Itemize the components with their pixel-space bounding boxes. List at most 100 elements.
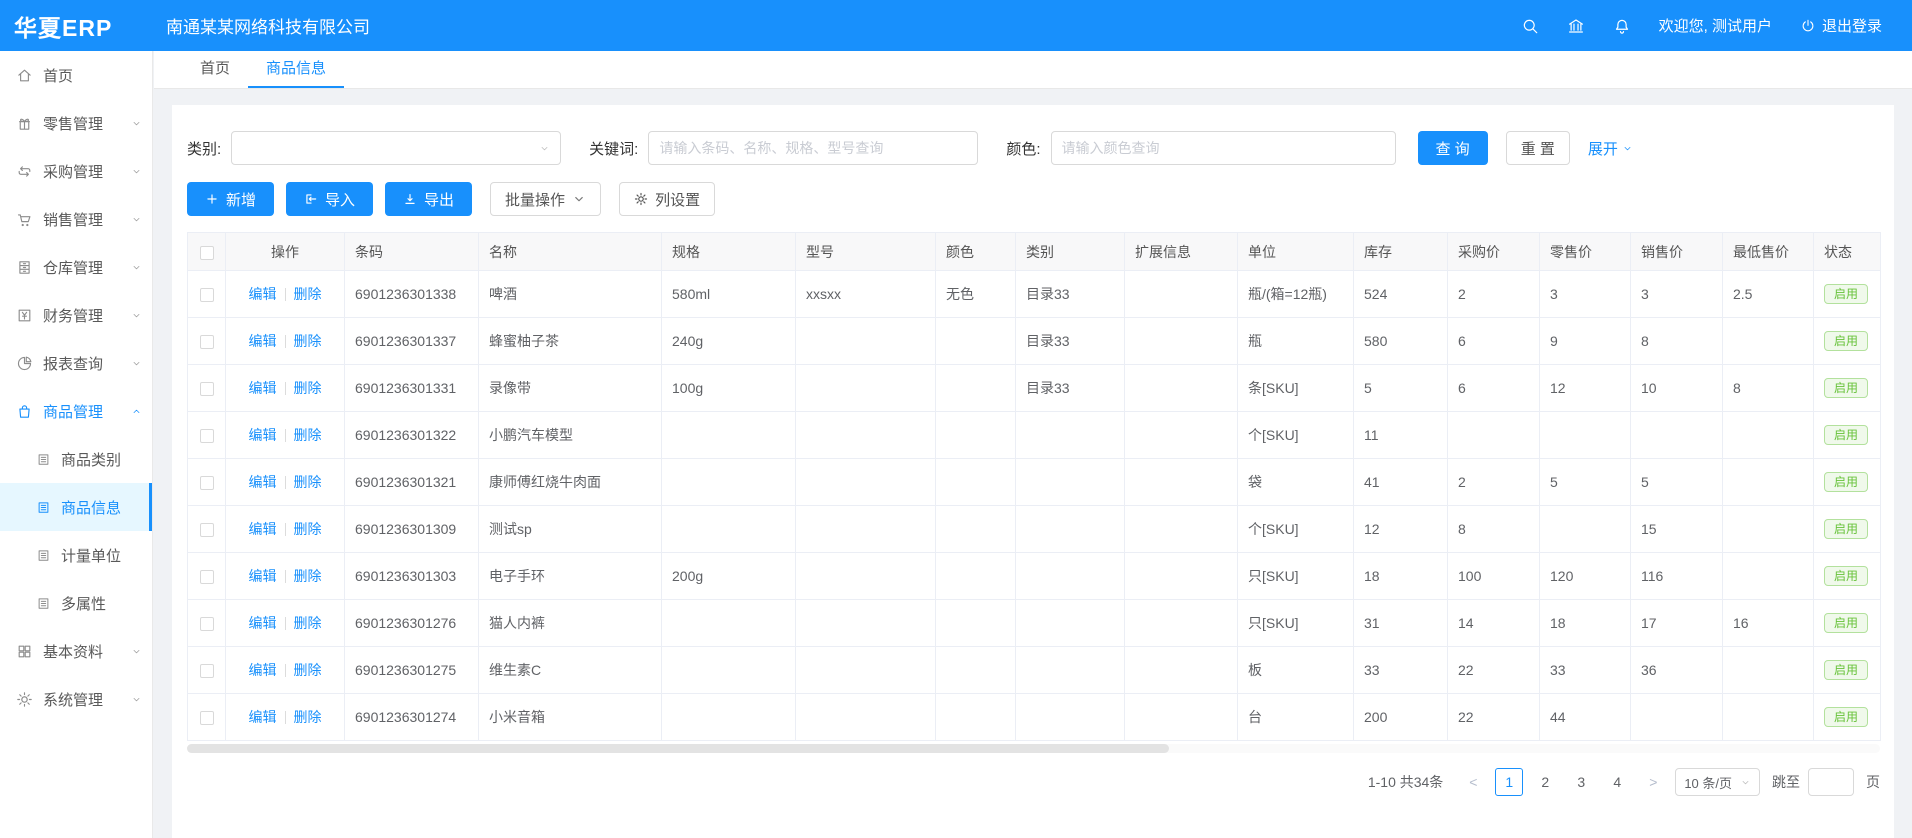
delete-link[interactable]: 删除 bbox=[294, 568, 322, 584]
divider bbox=[285, 523, 286, 536]
edit-link[interactable]: 编辑 bbox=[249, 427, 277, 443]
row-actions: 编辑 删除 bbox=[226, 459, 345, 506]
horizontal-scrollbar[interactable] bbox=[187, 744, 1880, 753]
expand-link[interactable]: 展开 bbox=[1588, 138, 1633, 159]
delete-link[interactable]: 删除 bbox=[294, 474, 322, 490]
app-logo[interactable]: 华夏ERP bbox=[0, 9, 152, 43]
sidebar-item-warehouse[interactable]: 仓库管理 bbox=[0, 243, 152, 291]
logout-button[interactable]: 退出登录 bbox=[1800, 15, 1882, 36]
select-all-checkbox[interactable] bbox=[200, 246, 214, 260]
cell-status: 启用 bbox=[1814, 694, 1881, 741]
cell-color bbox=[936, 365, 1016, 412]
jump-page-input[interactable] bbox=[1808, 768, 1854, 796]
sidebar-item-purchase[interactable]: 采购管理 bbox=[0, 147, 152, 195]
cell-color bbox=[936, 459, 1016, 506]
row-actions: 编辑 删除 bbox=[226, 365, 345, 412]
sidebar-item-retail[interactable]: 零售管理 bbox=[0, 99, 152, 147]
edit-link[interactable]: 编辑 bbox=[249, 709, 277, 725]
edit-link[interactable]: 编辑 bbox=[249, 521, 277, 537]
sidebar-item-finance[interactable]: 财务管理 bbox=[0, 291, 152, 339]
cell-ext bbox=[1125, 694, 1238, 741]
search-button[interactable]: 查 询 bbox=[1418, 131, 1488, 165]
cell-stock: 31 bbox=[1354, 600, 1448, 647]
row-checkbox-cell bbox=[188, 647, 226, 694]
column-settings-label: 列设置 bbox=[655, 189, 700, 210]
edit-link[interactable]: 编辑 bbox=[249, 286, 277, 302]
delete-link[interactable]: 删除 bbox=[294, 709, 322, 725]
filter-bar: 类别: 关键词: 颜色: 查 询 重 置 展开 bbox=[187, 131, 1879, 165]
row-checkbox[interactable] bbox=[200, 570, 214, 584]
sidebar-item-home[interactable]: 首页 bbox=[0, 51, 152, 99]
edit-link[interactable]: 编辑 bbox=[249, 474, 277, 490]
sidebar-item-product-category[interactable]: 商品类别 bbox=[0, 435, 152, 483]
repeat-icon bbox=[16, 163, 33, 180]
row-checkbox[interactable] bbox=[200, 288, 214, 302]
platform-icon[interactable] bbox=[1567, 17, 1585, 35]
export-button[interactable]: 导出 bbox=[385, 182, 472, 216]
sidebar-item-basic-data[interactable]: 基本资料 bbox=[0, 627, 152, 675]
keyword-input[interactable] bbox=[648, 131, 978, 165]
row-checkbox[interactable] bbox=[200, 523, 214, 537]
delete-link[interactable]: 删除 bbox=[294, 286, 322, 302]
cell-status: 启用 bbox=[1814, 506, 1881, 553]
sidebar-item-label: 系统管理 bbox=[43, 689, 131, 710]
edit-link[interactable]: 编辑 bbox=[249, 568, 277, 584]
edit-link[interactable]: 编辑 bbox=[249, 615, 277, 631]
row-checkbox[interactable] bbox=[200, 429, 214, 443]
sidebar-item-reports[interactable]: 报表查询 bbox=[0, 339, 152, 387]
sidebar-item-measure-unit[interactable]: 计量单位 bbox=[0, 531, 152, 579]
search-icon[interactable] bbox=[1521, 17, 1539, 35]
import-button[interactable]: 导入 bbox=[286, 182, 373, 216]
divider bbox=[285, 476, 286, 489]
chevron-down-icon bbox=[131, 166, 142, 177]
next-page-button[interactable]: > bbox=[1639, 768, 1667, 796]
delete-link[interactable]: 删除 bbox=[294, 333, 322, 349]
delete-link[interactable]: 删除 bbox=[294, 380, 322, 396]
edit-link[interactable]: 编辑 bbox=[249, 662, 277, 678]
row-checkbox[interactable] bbox=[200, 617, 214, 631]
row-checkbox[interactable] bbox=[200, 664, 214, 678]
notification-bell-icon[interactable] bbox=[1613, 17, 1631, 35]
cell-unit: 条[SKU] bbox=[1238, 365, 1354, 412]
tab-home[interactable]: 首页 bbox=[182, 51, 248, 88]
sidebar-item-label: 商品管理 bbox=[43, 401, 131, 422]
sidebar-item-sales[interactable]: 销售管理 bbox=[0, 195, 152, 243]
edit-link[interactable]: 编辑 bbox=[249, 380, 277, 396]
batch-actions-button[interactable]: 批量操作 bbox=[490, 182, 601, 216]
reset-button[interactable]: 重 置 bbox=[1506, 131, 1570, 165]
column-header: 采购价 bbox=[1448, 233, 1540, 271]
row-checkbox[interactable] bbox=[200, 476, 214, 490]
cell-spec bbox=[662, 459, 796, 506]
page-size-select[interactable]: 10 条/页 bbox=[1675, 768, 1760, 796]
sidebar-item-product-info[interactable]: 商品信息 bbox=[0, 483, 152, 531]
sidebar-item-system[interactable]: 系统管理 bbox=[0, 675, 152, 723]
prev-page-button[interactable]: < bbox=[1459, 768, 1487, 796]
column-settings-button[interactable]: 列设置 bbox=[619, 182, 715, 216]
sidebar-item-products[interactable]: 商品管理 bbox=[0, 387, 152, 435]
cell-ext bbox=[1125, 600, 1238, 647]
color-input[interactable] bbox=[1051, 131, 1396, 165]
row-checkbox[interactable] bbox=[200, 335, 214, 349]
delete-link[interactable]: 删除 bbox=[294, 615, 322, 631]
page-button-4[interactable]: 4 bbox=[1603, 768, 1631, 796]
pagination: 1-10 共34条<1234>10 条/页跳至页 bbox=[187, 753, 1880, 811]
row-actions: 编辑 删除 bbox=[226, 553, 345, 600]
sidebar: 首页零售管理采购管理销售管理仓库管理财务管理报表查询商品管理商品类别商品信息计量… bbox=[0, 51, 153, 838]
delete-link[interactable]: 删除 bbox=[294, 662, 322, 678]
edit-link[interactable]: 编辑 bbox=[249, 333, 277, 349]
scrollbar-thumb[interactable] bbox=[187, 744, 1169, 753]
row-checkbox[interactable] bbox=[200, 382, 214, 396]
column-header: 条码 bbox=[345, 233, 479, 271]
page-button-2[interactable]: 2 bbox=[1531, 768, 1559, 796]
logout-icon bbox=[1800, 18, 1816, 34]
row-checkbox[interactable] bbox=[200, 711, 214, 725]
tab-product-info[interactable]: 商品信息 bbox=[248, 51, 344, 88]
page-button-3[interactable]: 3 bbox=[1567, 768, 1595, 796]
delete-link[interactable]: 删除 bbox=[294, 521, 322, 537]
delete-link[interactable]: 删除 bbox=[294, 427, 322, 443]
sidebar-item-multi-attribute[interactable]: 多属性 bbox=[0, 579, 152, 627]
add-button[interactable]: 新增 bbox=[187, 182, 274, 216]
page-button-1[interactable]: 1 bbox=[1495, 768, 1523, 796]
category-select[interactable] bbox=[231, 131, 561, 165]
divider bbox=[285, 382, 286, 395]
